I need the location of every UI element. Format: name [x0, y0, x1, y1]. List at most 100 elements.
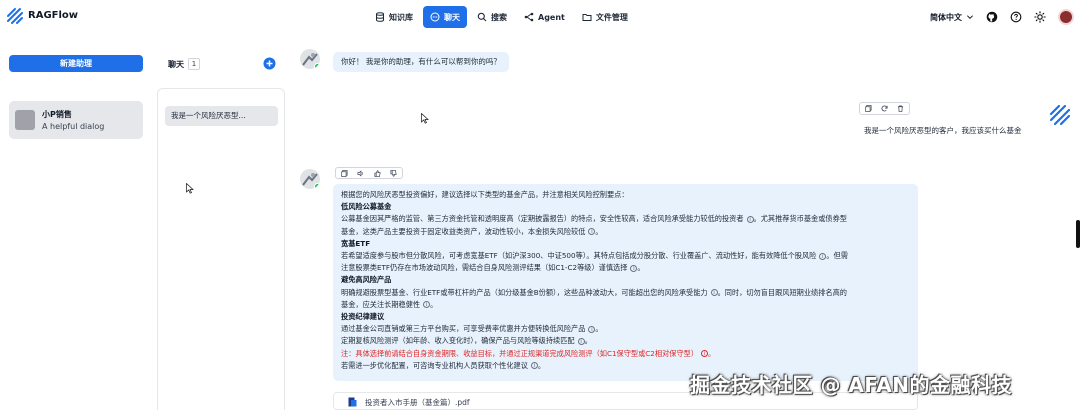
agent-graph-icon	[524, 12, 534, 22]
dialog-card[interactable]: 小P销售 A helpful dialog	[9, 101, 143, 139]
answer-text: 若希望适度参与股市但分散风险，可考虑宽基ETF（如沪深300、中证500等）。其…	[341, 251, 817, 261]
answer-text: 明确规避股票型基金、行业ETF或带杠杆的产品（如分级基金B份额），这些品种波动大…	[341, 287, 708, 297]
answer-heading: 低风险公募基金	[341, 201, 910, 213]
dialog-thumbnail	[15, 110, 35, 130]
answer-line: 基金，应关注长期稳健性 i。	[341, 299, 910, 311]
answer-line: 通过基金公司直销或第三方平台购买，可享受费率优惠并方便转换低风险产品 i。	[341, 323, 910, 335]
citation-info-icon[interactable]: i	[577, 337, 585, 345]
assistant-avatar	[300, 169, 320, 189]
answer-text: 避免高风险产品	[341, 275, 392, 285]
dialog-name: 小P销售	[42, 110, 72, 119]
assistant-answer-bubble: 根据您的风险厌恶型投资偏好，建议选择以下类型的基金产品，并注意相关风险控制要点：…	[333, 184, 918, 381]
chevron-down-icon	[967, 15, 973, 19]
database-icon	[376, 12, 384, 22]
new-assistant-button[interactable]: 新建助理	[9, 55, 143, 72]
nav-file-management[interactable]: 文件管理	[575, 6, 635, 28]
ragflow-logo-icon[interactable]	[6, 7, 24, 25]
assistant-greeting-bubble: 你好！ 我是你的助理，有什么可以帮到你的吗？	[333, 52, 509, 72]
user-message: 我是一个风险厌恶型的客户，我应该买什么基金	[864, 126, 1022, 135]
answer-text: 低风险公募基金	[341, 202, 392, 212]
answer-text: 若需进一步优化配置，可咨询专业机构人员获取个性化建议	[341, 360, 528, 370]
answer-text-tail: 。	[637, 263, 645, 273]
nav-label: 文件管理	[595, 12, 628, 22]
user-message-actions	[859, 102, 910, 115]
nav-agent[interactable]: Agent	[517, 6, 572, 28]
theme-sun-icon[interactable]	[1034, 11, 1046, 23]
conversation-list-panel	[157, 88, 285, 410]
answer-text-tail: 。	[537, 360, 546, 370]
answer-text: 宽基ETF	[341, 238, 371, 248]
mouse-cursor-icon	[421, 113, 429, 124]
citation-info-icon[interactable]: i	[710, 289, 718, 297]
copy-icon[interactable]	[865, 105, 872, 112]
answer-text: 定期复核风险测评（如年龄、收入变化时），确保产品与风险等级持续匹配	[341, 336, 575, 346]
answer-line: 定期复核风险测评（如年龄、收入变化时），确保产品与风险等级持续匹配 i。	[341, 335, 910, 347]
answer-text-tail: 。	[430, 299, 438, 309]
language-label: 简体中文	[930, 12, 962, 22]
dialog-description: A helpful dialog	[42, 122, 105, 131]
thumbs-up-icon[interactable]	[374, 169, 381, 177]
answer-text: 根据您的风险厌恶型投资偏好，建议选择以下类型的基金产品，并注意相关风险控制要点：	[341, 190, 629, 199]
answer-text-tail: 。尤其推荐货币基金或债券型	[753, 214, 847, 224]
conversation-count-badge: 1	[188, 58, 200, 70]
answer-line: 注意股票类ETF仍存在市场波动风险，需结合自身风险测评结果（如C1-C2等级）谨…	[341, 262, 910, 274]
answer-text: 注：具体选择前请结合自身资金期限、收益目标，并通过正规渠道完成风险测评（如C1保…	[341, 348, 699, 358]
nav-knowledge-base[interactable]: 知识库	[368, 6, 420, 28]
main-nav: 知识库 聊天 搜索 Agent 文件管理	[368, 6, 635, 28]
document-icon	[348, 397, 357, 407]
answer-line: 基金，这类产品主要投资于固定收益类资产，波动性较小，本金损失风险较低 i。	[341, 226, 910, 238]
assistant-message-actions	[335, 167, 403, 179]
answer-line: 明确规避股票型基金、行业ETF或带杠杆的产品（如分级基金B份额），这些品种波动大…	[341, 287, 910, 299]
conversation-list-title: 聊天	[168, 60, 184, 69]
search-icon	[477, 12, 487, 22]
citation-info-icon[interactable]: i	[530, 362, 538, 370]
header-tools: 简体中文	[930, 8, 1074, 26]
nav-search[interactable]: 搜索	[470, 6, 514, 28]
answer-text: 公募基金因其严格的监管、第三方资金托管和透明度高（定期披露报告）的特点，安全性较…	[341, 214, 744, 224]
answer-line: 公募基金因其严格的监管、第三方资金托管和透明度高（定期披露报告）的特点，安全性较…	[341, 213, 910, 225]
answer-text-tail: 。	[595, 226, 603, 236]
folder-icon	[582, 14, 592, 21]
language-selector[interactable]: 简体中文	[930, 12, 974, 23]
answer-text: 通过基金公司直销或第三方平台购买，可享受费率优惠并方便转换低风险产品	[341, 324, 586, 334]
answer-text: 注意股票类ETF仍存在市场波动风险，需结合自身风险测评结果（如C1-C2等级）谨…	[341, 263, 628, 273]
thumbs-down-icon[interactable]	[390, 169, 397, 177]
nav-label: 知识库	[389, 12, 413, 22]
online-status-dot	[314, 183, 320, 189]
answer-text: 基金，这类产品主要投资于固定收益类资产，波动性较小，本金损失风险较低	[341, 226, 586, 236]
conversation-item[interactable]: 我是一个风险厌恶型...	[165, 106, 278, 126]
citation-info-icon[interactable]: i	[746, 215, 754, 223]
user-avatar[interactable]	[1058, 9, 1074, 25]
app-brand[interactable]: RAGFlow	[28, 10, 78, 21]
answer-text-tail: 。但需	[826, 251, 848, 261]
answer-text-tail: 。同时，切勿盲目跟风短期业绩排名高的	[717, 287, 847, 297]
nav-chat[interactable]: 聊天	[423, 6, 467, 28]
answer-text: 基金，应关注长期稳健性	[341, 299, 421, 309]
answer-text-tail: 。	[595, 324, 603, 334]
help-icon[interactable]	[1010, 11, 1022, 23]
answer-line: 注：具体选择前请结合自身资金期限、收益目标，并通过正规渠道完成风险测评（如C1保…	[341, 348, 910, 360]
nav-label: 聊天	[444, 12, 460, 22]
online-status-dot	[314, 63, 320, 69]
assistant-avatar	[300, 49, 320, 69]
answer-heading: 投资纪律建议	[341, 311, 910, 323]
answer-line: 根据您的风险厌恶型投资偏好，建议选择以下类型的基金产品，并注意相关风险控制要点：	[341, 189, 910, 201]
answer-heading: 宽基ETF	[341, 238, 910, 250]
github-icon[interactable]	[986, 11, 998, 23]
regenerate-icon[interactable]	[881, 105, 888, 112]
answer-text: 投资纪律建议	[341, 312, 385, 322]
reference-document-name: 投资者入市手册（基金篇）.pdf	[365, 398, 470, 407]
copy-icon[interactable]	[341, 169, 348, 177]
citation-info-icon[interactable]: i	[701, 350, 709, 358]
answer-text-tail: 。	[584, 336, 592, 346]
answer-text-tail: 。	[708, 348, 716, 358]
scrollbar-handle[interactable]	[1076, 220, 1080, 248]
nav-label: Agent	[538, 12, 565, 22]
answer-heading: 避免高风险产品	[341, 274, 910, 286]
delete-icon[interactable]	[897, 105, 904, 112]
chat-bubble-icon	[430, 12, 440, 22]
add-conversation-icon[interactable]	[263, 57, 276, 70]
user-ragflow-avatar-icon	[1049, 104, 1071, 126]
speaker-icon[interactable]	[357, 169, 364, 177]
answer-line: 若希望适度参与股市但分散风险，可考虑宽基ETF（如沪深300、中证500等）。其…	[341, 250, 910, 262]
